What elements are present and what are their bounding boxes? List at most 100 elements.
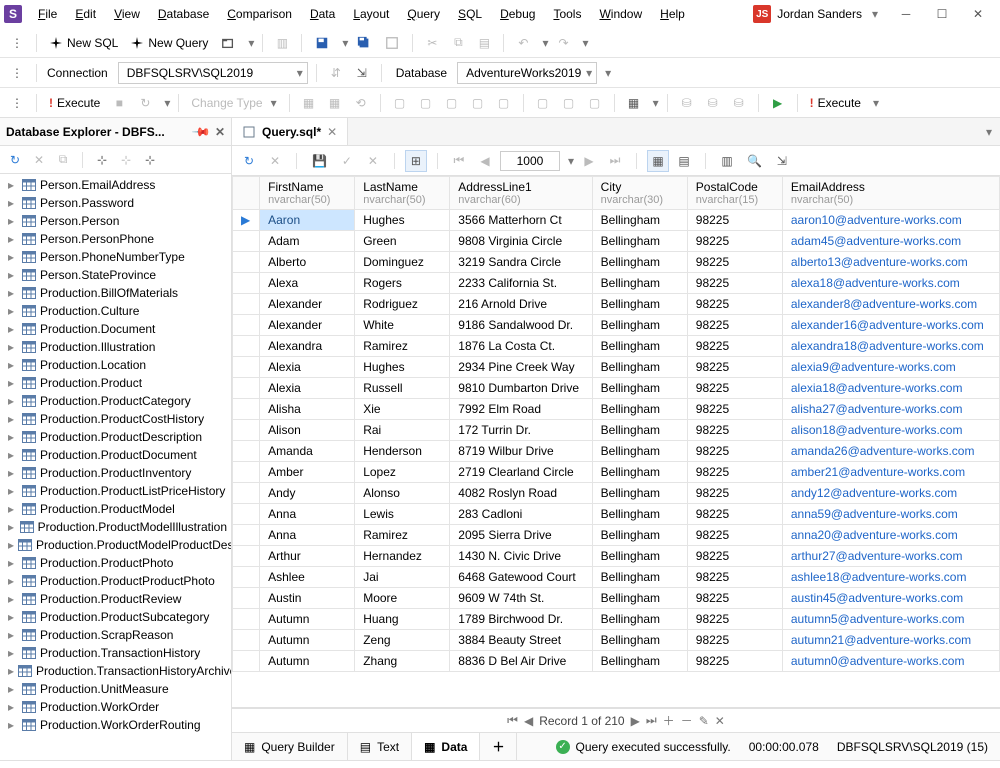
cell[interactable]: Bellingham — [592, 294, 687, 315]
cell[interactable]: Aaron — [260, 210, 355, 231]
cell[interactable]: Huang — [355, 609, 450, 630]
cell[interactable]: Bellingham — [592, 630, 687, 651]
disconnect-button[interactable]: ⇲ — [351, 62, 373, 84]
generic-button[interactable]: ▥ — [271, 32, 293, 54]
cell[interactable]: Ramirez — [355, 525, 450, 546]
cancel-icon[interactable]: ✕ — [264, 150, 286, 172]
cell[interactable]: Zhang — [355, 651, 450, 672]
menu-item-comparison[interactable]: Comparison — [219, 3, 300, 25]
expand-icon[interactable]: ▸ — [8, 664, 14, 678]
data-grid-wrapper[interactable]: FirstNamenvarchar(50)LastNamenvarchar(50… — [232, 176, 1000, 708]
generic-toolbar-button[interactable]: ⛁ — [676, 92, 698, 114]
menu-item-query[interactable]: Query — [399, 3, 448, 25]
expand-icon[interactable]: ▸ — [8, 412, 18, 426]
tree-item[interactable]: ▸Production.WorkOrder — [0, 698, 231, 716]
tree-item[interactable]: ▸Person.Password — [0, 194, 231, 212]
cell[interactable]: autumn0@adventure-works.com — [782, 651, 999, 672]
table-row[interactable]: AlexanderWhite9186 Sandalwood Dr.Belling… — [233, 315, 1000, 336]
cell[interactable]: Bellingham — [592, 357, 687, 378]
cell[interactable]: Amber — [260, 462, 355, 483]
email-link[interactable]: alexander8@adventure-works.com — [791, 297, 977, 311]
cell[interactable]: 283 Cadloni — [450, 504, 592, 525]
cell[interactable]: andy12@adventure-works.com — [782, 483, 999, 504]
chevron-down-icon[interactable]: ▾ — [986, 125, 992, 139]
cell[interactable]: Alexander — [260, 315, 355, 336]
email-link[interactable]: alisha27@adventure-works.com — [791, 402, 963, 416]
email-link[interactable]: alexa18@adventure-works.com — [791, 276, 960, 290]
cell[interactable]: Anna — [260, 504, 355, 525]
tree-item[interactable]: ▸Production.ProductInventory — [0, 464, 231, 482]
expand-icon[interactable]: ▸ — [8, 610, 18, 624]
nav-end-icon[interactable]: ✕ — [715, 714, 725, 728]
cell[interactable]: Anna — [260, 525, 355, 546]
expand-icon[interactable]: ▸ — [8, 502, 18, 516]
generic-toolbar-button[interactable]: ▢ — [415, 92, 437, 114]
chevron-down-icon[interactable]: ▾ — [582, 36, 588, 50]
tree-item[interactable]: ▸Person.PhoneNumberType — [0, 248, 231, 266]
column-header[interactable]: FirstNamenvarchar(50) — [260, 177, 355, 210]
email-link[interactable]: andy12@adventure-works.com — [791, 486, 957, 500]
filter-icon-2[interactable]: ⊹ — [115, 149, 137, 171]
cell[interactable]: 98225 — [687, 231, 782, 252]
cell[interactable]: 9808 Virginia Circle — [450, 231, 592, 252]
cell[interactable]: 3884 Beauty Street — [450, 630, 592, 651]
chevron-down-icon[interactable]: ▾ — [164, 96, 170, 110]
cell[interactable]: Hughes — [355, 357, 450, 378]
expand-icon[interactable]: ▸ — [8, 232, 18, 246]
cell[interactable]: Bellingham — [592, 462, 687, 483]
cell[interactable]: Amanda — [260, 441, 355, 462]
tab-query-builder[interactable]: ▦ Query Builder — [232, 733, 348, 760]
generic-toolbar-button[interactable]: ▦ — [324, 92, 346, 114]
cell[interactable]: Autumn — [260, 609, 355, 630]
chevron-down-icon[interactable]: ▾ — [873, 96, 879, 110]
cell[interactable]: austin45@adventure-works.com — [782, 588, 999, 609]
email-link[interactable]: austin45@adventure-works.com — [791, 591, 963, 605]
chevron-down-icon[interactable]: ▾ — [605, 66, 611, 80]
minimize-button[interactable]: ─ — [888, 3, 924, 25]
cell[interactable]: Moore — [355, 588, 450, 609]
cancel-edit-icon[interactable]: ✕ — [362, 150, 384, 172]
cell[interactable]: 2233 California St. — [450, 273, 592, 294]
expand-icon[interactable]: ▸ — [8, 286, 18, 300]
table-row[interactable]: AlexiaHughes2934 Pine Creek WayBellingha… — [233, 357, 1000, 378]
expand-icon[interactable]: ▸ — [8, 250, 18, 264]
cell[interactable]: Alonso — [355, 483, 450, 504]
cell[interactable]: Rogers — [355, 273, 450, 294]
cell[interactable]: 98225 — [687, 525, 782, 546]
email-link[interactable]: alison18@adventure-works.com — [791, 423, 963, 437]
check-icon[interactable]: ✓ — [336, 150, 358, 172]
cell[interactable]: alexander16@adventure-works.com — [782, 315, 999, 336]
maximize-button[interactable]: ☐ — [924, 3, 960, 25]
menu-item-help[interactable]: Help — [652, 3, 693, 25]
tree-item[interactable]: ▸Production.ProductPhoto — [0, 554, 231, 572]
generic-toolbar-button[interactable]: ▦ — [298, 92, 320, 114]
table-row[interactable]: AmandaHenderson8719 Wilbur DriveBellingh… — [233, 441, 1000, 462]
last-page-icon[interactable]: ⏭ — [604, 150, 626, 172]
prev-record-icon[interactable]: ◀ — [524, 714, 533, 728]
cell[interactable]: Adam — [260, 231, 355, 252]
cell[interactable]: 98225 — [687, 483, 782, 504]
email-link[interactable]: alberto13@adventure-works.com — [791, 255, 968, 269]
connect-button[interactable]: ⇵ — [325, 62, 347, 84]
expand-icon[interactable]: ▸ — [8, 214, 18, 228]
expand-icon[interactable]: ▸ — [8, 556, 18, 570]
email-link[interactable]: alexia9@adventure-works.com — [791, 360, 956, 374]
cell[interactable]: alexa18@adventure-works.com — [782, 273, 999, 294]
search-icon[interactable]: 🔍 — [742, 150, 767, 172]
output-panel-header[interactable]: ➦ Output — [0, 760, 1000, 768]
table-row[interactable]: AlbertoDominguez3219 Sandra CircleBellin… — [233, 252, 1000, 273]
close-button[interactable]: ✕ — [960, 3, 996, 25]
cell[interactable]: 98225 — [687, 273, 782, 294]
cell[interactable]: Austin — [260, 588, 355, 609]
cell[interactable]: 98225 — [687, 336, 782, 357]
copy-button[interactable]: ⧉ — [447, 32, 469, 54]
save-button[interactable] — [310, 32, 334, 54]
commit-icon[interactable]: 💾 — [307, 150, 332, 172]
email-link[interactable]: autumn21@adventure-works.com — [791, 633, 971, 647]
email-link[interactable]: autumn0@adventure-works.com — [791, 654, 965, 668]
filter-icon[interactable]: ⊹ — [91, 149, 113, 171]
cell[interactable]: alexia9@adventure-works.com — [782, 357, 999, 378]
cell[interactable]: 98225 — [687, 504, 782, 525]
redo-button[interactable]: ↷ — [552, 32, 574, 54]
cell[interactable]: Alberto — [260, 252, 355, 273]
